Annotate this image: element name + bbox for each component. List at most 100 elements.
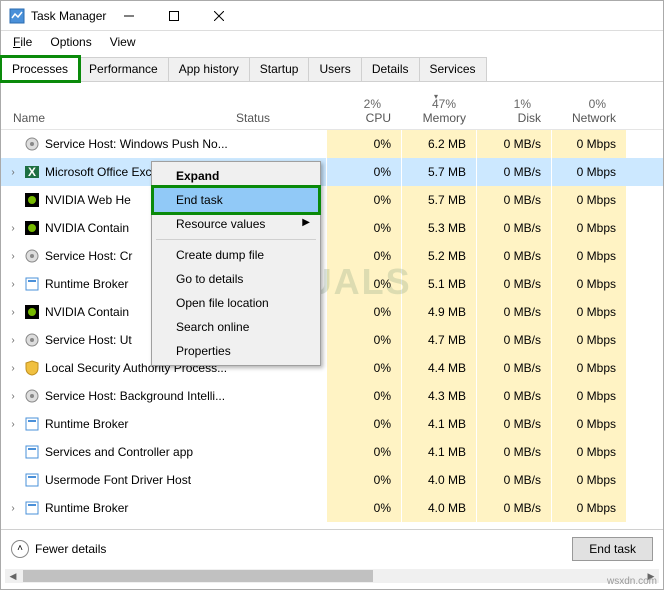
cell-cpu: 0% [326,494,401,522]
cell-disk: 0 MB/s [476,382,551,410]
window-title: Task Manager [31,9,106,23]
menu-file[interactable]: File [5,33,40,51]
process-name: Runtime Broker [45,417,128,431]
expander-icon[interactable]: › [7,363,19,374]
cell-cpu: 0% [326,270,401,298]
cell-network: 0 Mbps [551,214,626,242]
process-name: Service Host: Windows Push No... [45,137,228,151]
ctx-properties[interactable]: Properties [154,339,318,363]
ctx-go-to-details[interactable]: Go to details [154,267,318,291]
tab-users[interactable]: Users [308,57,361,81]
expander-icon[interactable]: › [7,307,19,318]
process-name: Services and Controller app [45,445,193,459]
table-row[interactable]: ›XMicrosoft Office Excel (32 bit)0%5.7 M… [1,158,663,186]
table-row[interactable]: Usermode Font Driver Host0%4.0 MB0 MB/s0… [1,466,663,494]
cell-disk: 0 MB/s [476,438,551,466]
header-memory[interactable]: 47%Memory [401,97,476,125]
process-list[interactable]: Service Host: Windows Push No...0%6.2 MB… [1,130,663,570]
cell-network: 0 Mbps [551,130,626,158]
cell-cpu: 0% [326,410,401,438]
cell-cpu: 0% [326,214,401,242]
table-row[interactable]: Service Host: Windows Push No...0%6.2 MB… [1,130,663,158]
cell-memory: 4.4 MB [401,354,476,382]
expander-icon[interactable]: › [7,251,19,262]
sort-indicator-icon: ▾ [434,92,438,101]
maximize-button[interactable] [151,1,196,31]
tab-app-history[interactable]: App history [168,57,250,81]
header-disk[interactable]: 1%Disk [476,97,551,125]
table-row[interactable]: ›Local Security Authority Process...0%4.… [1,354,663,382]
table-row[interactable]: Services and Controller app0%4.1 MB0 MB/… [1,438,663,466]
tab-performance[interactable]: Performance [78,57,169,81]
table-row[interactable]: ›Service Host: Cr0%5.2 MB0 MB/s0 Mbps [1,242,663,270]
expander-icon[interactable]: › [7,167,19,178]
svg-text:X: X [28,165,36,179]
process-name: Service Host: Cr [45,249,132,263]
close-button[interactable] [196,1,241,31]
table-row[interactable]: ›Runtime Broker0%4.1 MB0 MB/s0 Mbps [1,410,663,438]
cell-memory: 5.7 MB [401,186,476,214]
tab-services[interactable]: Services [419,57,487,81]
cell-cpu: 0% [326,382,401,410]
process-icon [24,276,40,292]
cell-disk: 0 MB/s [476,354,551,382]
cell-network: 0 Mbps [551,298,626,326]
process-name: NVIDIA Web He [45,193,131,207]
scrollbar-thumb[interactable] [23,570,373,582]
ctx-end-task[interactable]: End task [154,188,318,212]
cell-disk: 0 MB/s [476,130,551,158]
horizontal-scrollbar[interactable]: ◀ ▶ [5,569,659,583]
cell-cpu: 0% [326,130,401,158]
process-icon [24,136,40,152]
process-name: Service Host: Background Intelli... [45,389,225,403]
table-row[interactable]: ›NVIDIA Contain0%5.3 MB0 MB/s0 Mbps [1,214,663,242]
tab-details[interactable]: Details [361,57,420,81]
cell-disk: 0 MB/s [476,494,551,522]
cell-cpu: 0% [326,242,401,270]
table-row[interactable]: ›Service Host: Ut0%4.7 MB0 MB/s0 Mbps [1,326,663,354]
cell-cpu: 0% [326,326,401,354]
table-row[interactable]: ›Runtime Broker0%5.1 MB0 MB/s0 Mbps [1,270,663,298]
cell-disk: 0 MB/s [476,186,551,214]
process-icon [24,192,40,208]
cell-memory: 4.9 MB [401,298,476,326]
expander-icon[interactable]: › [7,503,19,514]
process-icon [24,500,40,516]
minimize-button[interactable] [106,1,151,31]
expander-icon[interactable]: › [7,391,19,402]
context-menu: Expand End task Resource values▶ Create … [151,161,321,366]
menu-options[interactable]: Options [42,33,99,51]
table-row[interactable]: ›Service Host: Background Intelli...0%4.… [1,382,663,410]
table-row[interactable]: NVIDIA Web He0%5.7 MB0 MB/s0 Mbps [1,186,663,214]
table-row[interactable]: ›Runtime Broker0%4.0 MB0 MB/s0 Mbps [1,494,663,522]
cell-network: 0 Mbps [551,382,626,410]
cell-memory: 5.7 MB [401,158,476,186]
ctx-create-dump[interactable]: Create dump file [154,243,318,267]
header-cpu[interactable]: 2%CPU [326,97,401,125]
cell-network: 0 Mbps [551,410,626,438]
ctx-search-online[interactable]: Search online [154,315,318,339]
fewer-details-toggle[interactable]: ˄ Fewer details [11,540,572,558]
header-name[interactable]: Name [1,111,236,125]
tab-processes[interactable]: Processes [1,57,79,81]
header-status[interactable]: Status [236,111,326,125]
end-task-button[interactable]: End task [572,537,653,561]
expander-icon[interactable]: › [7,223,19,234]
header-network[interactable]: 0%Network [551,97,626,125]
expander-icon[interactable]: › [7,279,19,290]
tab-startup[interactable]: Startup [249,57,310,81]
scroll-left-icon[interactable]: ◀ [5,569,21,583]
expander-icon[interactable]: › [7,419,19,430]
cell-disk: 0 MB/s [476,466,551,494]
cell-network: 0 Mbps [551,270,626,298]
ctx-separator [156,239,316,240]
expander-icon[interactable]: › [7,335,19,346]
process-name: Runtime Broker [45,501,128,515]
ctx-open-file-location[interactable]: Open file location [154,291,318,315]
menu-view[interactable]: View [102,33,144,51]
ctx-resource-values[interactable]: Resource values▶ [154,212,318,236]
ctx-expand[interactable]: Expand [154,164,318,188]
fewer-details-label: Fewer details [35,542,106,556]
table-row[interactable]: ›NVIDIA Contain0%4.9 MB0 MB/s0 Mbps [1,298,663,326]
cell-disk: 0 MB/s [476,410,551,438]
